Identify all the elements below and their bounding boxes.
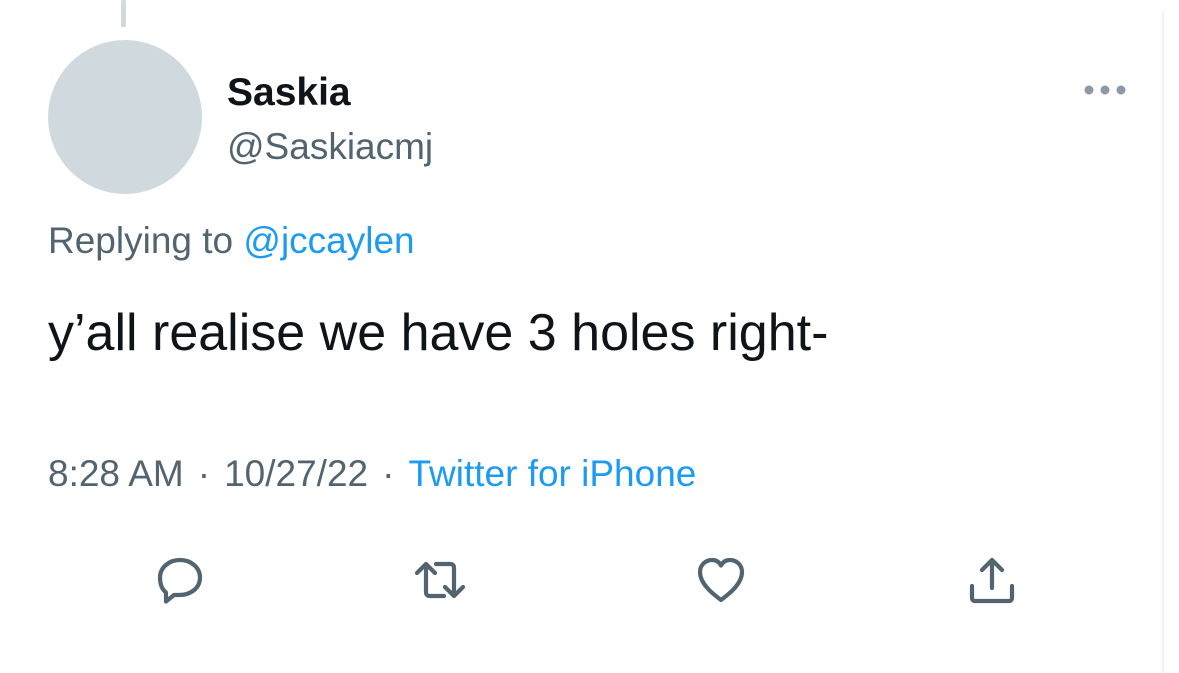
author-handle[interactable]: @Saskiacmj: [227, 124, 433, 170]
avatar[interactable]: [48, 40, 202, 194]
thread-connector-line: [121, 0, 126, 27]
retweet-icon: [414, 561, 466, 599]
panel-border: [1162, 12, 1164, 673]
author-display-name[interactable]: Saskia: [227, 70, 351, 116]
meta-separator: ·: [382, 453, 395, 494]
retweet-button[interactable]: [412, 552, 468, 608]
share-button[interactable]: [964, 552, 1020, 608]
tweet-metadata: 8:28 AM · 10/27/22 · Twitter for iPhone: [48, 451, 696, 497]
replying-to-label: Replying to: [48, 220, 234, 261]
tweet-date[interactable]: 10/27/22: [224, 453, 368, 494]
more-icon: [1084, 85, 1126, 95]
tweet-time[interactable]: 8:28 AM: [48, 453, 184, 494]
tweet-text: y’all realise we have 3 holes right-: [48, 304, 829, 362]
replying-to-line: Replying to @jccaylen: [48, 218, 415, 264]
like-icon: [697, 557, 745, 603]
more-options-button[interactable]: [1082, 78, 1128, 102]
meta-separator: ·: [197, 453, 211, 494]
reply-button[interactable]: [152, 552, 208, 608]
reply-icon: [157, 557, 203, 604]
like-button[interactable]: [693, 552, 749, 608]
share-icon: [969, 557, 1015, 604]
tweet-source-link[interactable]: Twitter for iPhone: [408, 453, 696, 494]
replying-to-mention-link[interactable]: @jccaylen: [243, 220, 414, 261]
